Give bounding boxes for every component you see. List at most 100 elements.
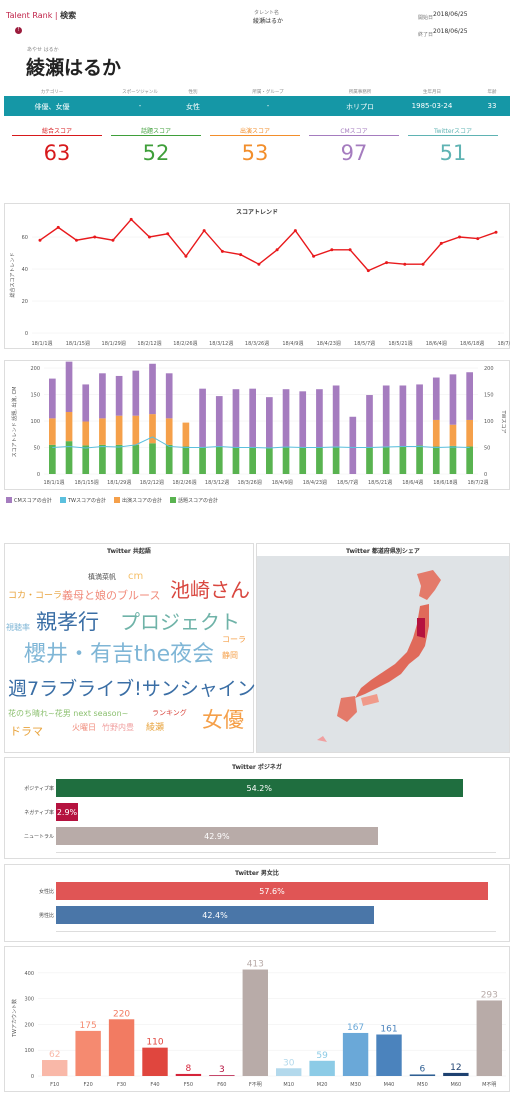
topic-bar [199,446,206,474]
age-bar-value: 413 [247,960,264,970]
hokkaido-region [417,570,441,600]
info-label: 生年月日 [423,90,441,95]
age-bar-value: 6 [420,1064,426,1074]
x-tick-label: 18/1/29週 [102,340,126,347]
appearance-bar [165,418,173,445]
topic-bar [165,444,173,474]
cm-bar [266,397,273,448]
wordcloud-word[interactable]: ドラマ [10,726,43,737]
gender-value: 57.6% [259,887,285,896]
age-category-label: M30 [350,1082,361,1088]
cm-bar [349,416,357,474]
cm-bar [449,374,457,425]
trend-point [494,230,498,234]
wordcloud-word[interactable]: プロジェクト [120,612,240,632]
info-label: 性別 [188,90,198,95]
age-category-label: M20 [317,1082,328,1088]
x-tick-label: 18/1/1週 [43,479,64,486]
cm-bar [49,378,56,419]
y-right-tick-label: 0 [484,472,487,478]
wordcloud-word[interactable]: 親孝行 [36,612,99,633]
score-trend-chart: 0 20 40 60 総合スコアトレンド 18/1/1週 18/1/15週 18/1/29週 1… [9,217,510,347]
score-label: CMスコア [340,128,368,135]
wordcloud-word[interactable]: ランキング [152,710,187,717]
cm-bar [299,391,307,447]
topic-bar [182,446,190,474]
cm-bar [399,385,407,447]
age-bar [242,969,268,1076]
cm-bar [132,370,140,416]
posinega-value: 54.2% [246,784,272,793]
legend-swatch [170,497,176,503]
alert-icon[interactable]: ! [15,27,22,34]
start-date-value[interactable]: 2018/06/25 [433,11,468,18]
y-axis-label: スコアトレンド 話題, 出演, CM [11,387,18,458]
trend-point [111,238,115,242]
cm-bar [332,385,340,447]
wordcloud-word[interactable]: cm [128,572,143,582]
wordcloud-word[interactable]: 槙満菜帆 [88,574,116,581]
age-bar [376,1034,402,1076]
x-tick-label: 18/6/18週 [460,340,484,347]
wordcloud-word[interactable]: 女優 [202,710,244,731]
name-kana: あやせ はるか [27,47,59,53]
cm-bar [282,389,290,448]
age-bar-value: 12 [450,1063,461,1073]
topic-bar [332,446,340,474]
score-value: 51 [439,141,467,165]
age-bar [142,1047,168,1076]
age-bar-value: 62 [49,1050,60,1060]
cm-bar [316,389,323,448]
wordcloud-word[interactable]: 義母と娘のブルース [62,590,160,601]
wordcloud-word[interactable]: 竹野内豊 [102,724,134,732]
wordcloud-word[interactable]: 綾瀬 [146,724,164,733]
talent-name-value[interactable]: 綾瀬はるか [253,16,283,25]
topic-bar [132,444,140,474]
info-value: - [266,102,270,110]
y-tick-label: 100 [24,1048,34,1054]
wordcloud-word[interactable]: 視聴率 [6,624,30,632]
end-date-value[interactable]: 2018/06/25 [433,28,468,35]
end-date-label: 終了日 [418,32,434,38]
y-tick-label: 0 [31,1074,34,1080]
wordcloud-word[interactable]: 櫻井・有吉the夜会 [24,644,214,666]
wordcloud-word[interactable]: コーラ [222,636,246,644]
wordcloud-word[interactable]: コカ・コーラ [8,592,62,601]
topic-bar [149,443,156,474]
age-bar-value: 8 [186,1064,192,1074]
wordcloud-word[interactable]: 週7ラブライブ!サンシャイン!! [8,680,271,699]
score-divider [111,135,201,136]
y-right-tick-label: 200 [484,366,494,372]
trend-point [129,217,133,221]
stacked-score-chart: 0 0 50 50 100 100 150 150 200 200 スコアトレンド 話題, 出演, … [11,361,506,486]
x-tick-label: 18/7/2週 [467,479,488,486]
brand-title[interactable]: Talent Rank | 検索 [6,10,76,21]
appearance-bar [49,418,56,445]
trend-point [147,235,151,239]
trend-point [257,262,261,266]
age-bar-value: 59 [316,1051,328,1061]
topic-bar [232,447,240,474]
age-bar-value: 293 [481,990,498,1000]
wordcloud-word[interactable]: 池崎さん [170,580,250,600]
age-category-label: F50 [184,1082,193,1088]
x-tick-label: 18/4/9週 [272,479,293,486]
age-gender-chart: 0 100 200 300 400 TWアカウント数 62 F10 175 F20 220 F30 11… [11,960,506,1088]
wordcloud-word[interactable]: 静岡 [222,652,238,660]
wordcloud-word[interactable]: 花のち晴れ~花男 next season~ [8,710,128,718]
wordcloud: 槙満菜帆 cm コカ・コーラ 義母と娘のブルース 池崎さん視聴率 親孝行 プロジェクトコーラ… [4,556,271,752]
japan-map[interactable] [257,556,509,752]
cm-bar [366,395,373,447]
y-tick-label: 400 [24,971,34,977]
score-label: 話題スコア [140,128,171,135]
trend-point [293,229,297,233]
age-bar-value: 30 [283,1058,295,1068]
score-divider [408,135,498,136]
wordcloud-word[interactable]: 火曜日 [72,724,96,732]
kyushu-region [337,696,357,722]
y-right-tick-label: 100 [484,419,494,425]
trend-point [56,225,60,229]
topic-bar [282,447,290,474]
score-value: 63 [43,141,71,165]
x-tick-label: 18/1/1週 [31,340,52,347]
